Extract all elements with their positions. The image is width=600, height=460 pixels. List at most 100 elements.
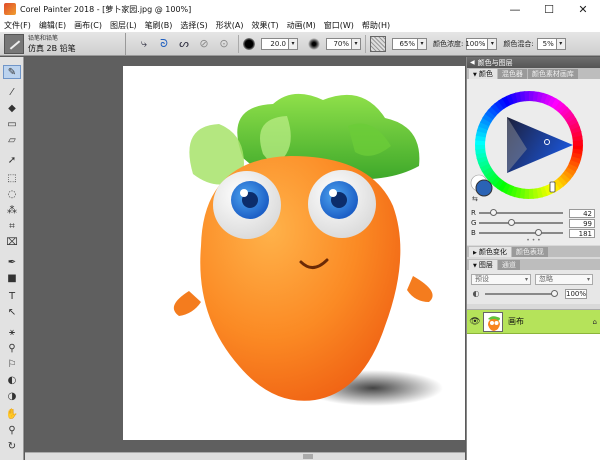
color-mix-dropdown[interactable]: ▾ — [556, 37, 566, 50]
dropper-tool-icon[interactable]: ⁄ — [3, 85, 21, 99]
rectangle-shape-tool-icon[interactable]: ■ — [3, 271, 21, 285]
rgb-sliders: R 42 G 99 B 181 — [467, 207, 600, 238]
color-wheel-area[interactable]: ⇆ — [467, 79, 600, 207]
pen-tool-icon[interactable]: ✒ — [3, 255, 21, 269]
app-logo-icon — [4, 3, 16, 15]
size-field[interactable]: 20.0 — [261, 37, 289, 50]
layer-row-canvas[interactable]: 👁 画布 ⌂ — [467, 310, 600, 334]
opacity-dropdown[interactable]: ▾ — [352, 37, 361, 50]
window-controls: — ☐ ✕ — [498, 0, 600, 18]
composite-method-select[interactable]: 预设 ▾ — [471, 274, 531, 285]
painter-window: Corel Painter 2018 - [萝卜家园.jpg @ 100%] —… — [0, 0, 600, 460]
mirror-painting-tool-icon[interactable]: ⚹ — [3, 325, 21, 339]
opacity-icon: ◐ — [472, 289, 480, 298]
freehand-stroke-icon[interactable]: ᘐ — [156, 36, 172, 52]
color-density-dropdown[interactable]: ▾ — [488, 37, 498, 50]
r-slider[interactable] — [479, 209, 563, 216]
composite-depth-select[interactable]: 忽略 ▾ — [535, 274, 593, 285]
grabber-tool-icon[interactable]: ✋ — [3, 407, 21, 421]
rotate-page-tool-icon[interactable]: ↻ — [3, 439, 21, 453]
transform-tool-icon[interactable]: ⌗ — [3, 219, 21, 233]
panel-title: 颜色与图层 — [477, 58, 513, 67]
brush-variant: 仿真 2B 铅笔 — [28, 43, 76, 53]
opacity-icon — [308, 37, 320, 50]
opacity-field[interactable]: 70% — [326, 37, 352, 50]
dab-preview-icon[interactable]: ⊙ — [216, 36, 232, 52]
maximize-button[interactable]: ☐ — [532, 0, 566, 18]
b-value-field[interactable]: 181 — [569, 228, 595, 238]
brush-selector[interactable]: 铅笔和铅笔 仿真 2B 铅笔 — [0, 32, 126, 55]
collapse-icon: ◀ — [470, 59, 475, 66]
reset-tool-icon[interactable]: ⤷ — [136, 36, 152, 52]
menu-select[interactable]: 选择(S) — [180, 20, 207, 31]
lasso-tool-icon[interactable]: ◌ — [3, 187, 21, 201]
title-bar: Corel Painter 2018 - [萝卜家园.jpg @ 100%] —… — [0, 0, 600, 18]
dodge-tool-icon[interactable]: ◐ — [3, 373, 21, 387]
panel-resize-grip[interactable]: • • • — [467, 238, 600, 245]
toolbox: ✎ ⁄ ◆ ▭ ▱ ➚ ⬚ ◌ ⁂ ⌗ ⌧ ✒ ■ T ↖ ⚹ ⚲ ⚐ ◐ ◑ … — [0, 57, 24, 460]
color-and-layers-panel: ◀ 颜色与图层 ▼ 颜色 混色器 颜色素材画库 ⇆ R 42 G 99 B 18… — [466, 57, 600, 460]
tab-mixer[interactable]: 混色器 — [497, 69, 527, 79]
menu-window[interactable]: 窗口(W) — [324, 20, 354, 31]
blender-tool-icon[interactable]: ▱ — [3, 133, 21, 147]
layer-name: 画布 — [508, 317, 524, 326]
color-wheel[interactable]: ⇆ — [467, 79, 600, 207]
paint-bucket-tool-icon[interactable]: ◆ — [3, 101, 21, 115]
minimize-button[interactable]: — — [498, 0, 532, 18]
shape-selection-tool-icon[interactable]: ↖ — [3, 305, 21, 319]
straight-line-stroke-icon[interactable]: ᔕ — [176, 36, 192, 52]
rubber-stamp-tool-icon[interactable]: ⚐ — [3, 357, 21, 371]
close-button[interactable]: ✕ — [566, 0, 600, 18]
grain-dropdown[interactable]: ▾ — [418, 37, 427, 50]
tab-color-expression[interactable]: 颜色表现 — [511, 247, 548, 257]
stroke-attributes-icon[interactable]: ⊘ — [196, 36, 212, 52]
rect-select-tool-icon[interactable]: ⬚ — [3, 171, 21, 185]
menu-movie[interactable]: 动画(M) — [287, 20, 316, 31]
tab-color-variability[interactable]: ▶ 颜色变化 — [469, 247, 511, 257]
tab-channels[interactable]: 通道 — [497, 260, 520, 270]
g-slider[interactable] — [479, 219, 563, 226]
burn-tool-icon[interactable]: ◑ — [3, 389, 21, 403]
tab-color[interactable]: ▼ 颜色 — [469, 69, 497, 79]
panel-header[interactable]: ◀ 颜色与图层 — [467, 57, 600, 68]
color-density-label: 颜色浓度: — [433, 39, 464, 48]
layer-options-icon[interactable]: ⌂ — [593, 318, 597, 326]
visibility-eye-icon[interactable]: 👁 — [467, 317, 483, 327]
svg-text:⇆: ⇆ — [472, 195, 478, 203]
brush-tool-icon[interactable]: ✎ — [3, 65, 21, 79]
crop-tool-icon[interactable]: ⌧ — [3, 235, 21, 249]
size-dropdown[interactable]: ▾ — [289, 37, 298, 50]
carrot-artwork — [173, 93, 443, 406]
menu-canvas[interactable]: 画布(C) — [74, 20, 102, 31]
text-tool-icon[interactable]: T — [3, 289, 21, 303]
g-value-field[interactable]: 99 — [569, 218, 595, 228]
layer-adjuster-tool-icon[interactable]: ➚ — [3, 153, 21, 167]
tab-layers[interactable]: ▼ 图层 — [469, 260, 497, 270]
tab-color-sets[interactable]: 颜色素材画库 — [527, 69, 578, 79]
r-value-field[interactable]: 42 — [569, 208, 595, 218]
color-mix-field[interactable]: 5% — [536, 37, 557, 50]
menu-help[interactable]: 帮助(H) — [362, 20, 390, 31]
layer-thumbnail — [483, 311, 503, 332]
eraser-tool-icon[interactable]: ▭ — [3, 117, 21, 131]
b-slider[interactable] — [479, 229, 563, 236]
document-workspace — [25, 57, 465, 452]
clone-tool-icon[interactable]: ⚲ — [3, 341, 21, 355]
color-mix-label: 颜色混合: — [503, 39, 534, 48]
menu-brushes[interactable]: 笔刷(B) — [145, 20, 173, 31]
menu-file[interactable]: 文件(F) — [4, 20, 31, 31]
magic-wand-tool-icon[interactable]: ⁂ — [3, 203, 21, 217]
menu-layers[interactable]: 图层(L) — [110, 20, 137, 31]
brush-thumbnail — [4, 33, 24, 54]
horizontal-scrollbar[interactable] — [25, 452, 465, 460]
menu-edit[interactable]: 编辑(E) — [39, 20, 66, 31]
layer-opacity-slider[interactable] — [485, 289, 558, 297]
layer-opacity-field[interactable]: 100% — [565, 288, 587, 299]
grain-field[interactable]: 65% — [392, 37, 418, 50]
canvas[interactable] — [123, 66, 465, 440]
menu-effects[interactable]: 效果(T) — [251, 20, 278, 31]
menu-shapes[interactable]: 形状(A) — [216, 20, 244, 31]
magnifier-tool-icon[interactable]: ⚲ — [3, 423, 21, 437]
color-density-field[interactable]: 100% — [465, 37, 489, 50]
scroll-thumb[interactable] — [303, 454, 313, 459]
